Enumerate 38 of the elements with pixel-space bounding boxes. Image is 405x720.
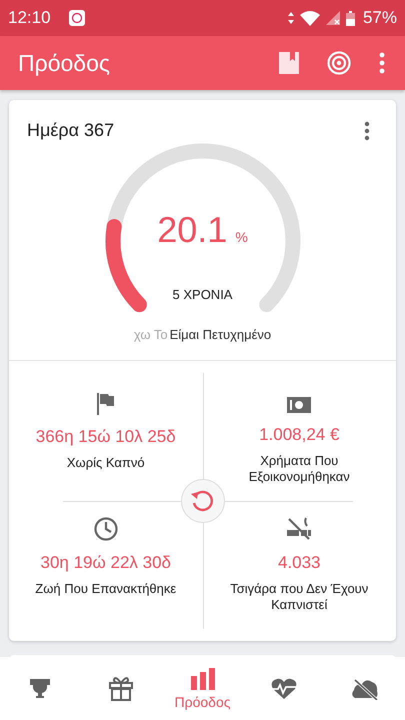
quote-text: Είμαι Πετυχημένο bbox=[170, 327, 272, 342]
no-smoking-icon bbox=[287, 517, 312, 541]
app-notification-icon bbox=[68, 10, 85, 26]
stat-label: Χωρίς Καπνό bbox=[66, 455, 146, 472]
bar-chart-icon bbox=[190, 668, 214, 690]
no-smoking-cloud-icon bbox=[352, 678, 378, 700]
flag-icon bbox=[97, 393, 114, 415]
reset-button[interactable] bbox=[180, 479, 224, 523]
stat-value: 30η 19ώ 22λ 30δ bbox=[40, 553, 171, 573]
heart-pulse-icon bbox=[270, 678, 297, 700]
percent-sign: % bbox=[235, 229, 248, 245]
clock-icon bbox=[94, 517, 118, 541]
status-time: 12:10 bbox=[8, 8, 51, 28]
stat-value: 366η 15ώ 10λ 25δ bbox=[36, 427, 176, 447]
stat-value: 1.008,24 € bbox=[259, 425, 340, 445]
reset-icon bbox=[190, 488, 216, 514]
battery-percentage: 57% bbox=[362, 8, 397, 28]
screen-title: Πρόοδος bbox=[18, 50, 110, 76]
trophy-icon bbox=[28, 679, 52, 698]
battery-icon bbox=[346, 10, 355, 26]
quote-text: χω Το bbox=[134, 327, 168, 342]
nav-tab[interactable]: Πρόοδος bbox=[170, 660, 234, 716]
day-counter: Ημέρα 367 bbox=[27, 120, 114, 141]
stat-value: 4.033 bbox=[278, 553, 321, 573]
more-options-icon[interactable] bbox=[379, 52, 385, 74]
progress-percentage: 20.1 bbox=[157, 209, 228, 251]
book-icon[interactable] bbox=[279, 52, 299, 74]
goal-caption: 5 ΧΡΟΝΙΑ bbox=[172, 287, 234, 302]
signal-icon bbox=[326, 11, 340, 25]
more-options-icon[interactable] bbox=[364, 120, 370, 140]
gift-icon bbox=[109, 676, 134, 700]
banknote-icon bbox=[287, 397, 312, 413]
data-arrows-icon bbox=[288, 12, 294, 24]
stat-label: Χρήματα Που Εξοικονομήθηκαν bbox=[248, 453, 351, 486]
stat-label: Ζωή Που Επανακτήθηκε bbox=[34, 581, 178, 598]
wifi-icon bbox=[300, 10, 320, 26]
target-icon[interactable] bbox=[327, 51, 351, 75]
stat-label: Τσιγάρα που Δεν Έχουν Καπνιστεί bbox=[229, 581, 370, 614]
